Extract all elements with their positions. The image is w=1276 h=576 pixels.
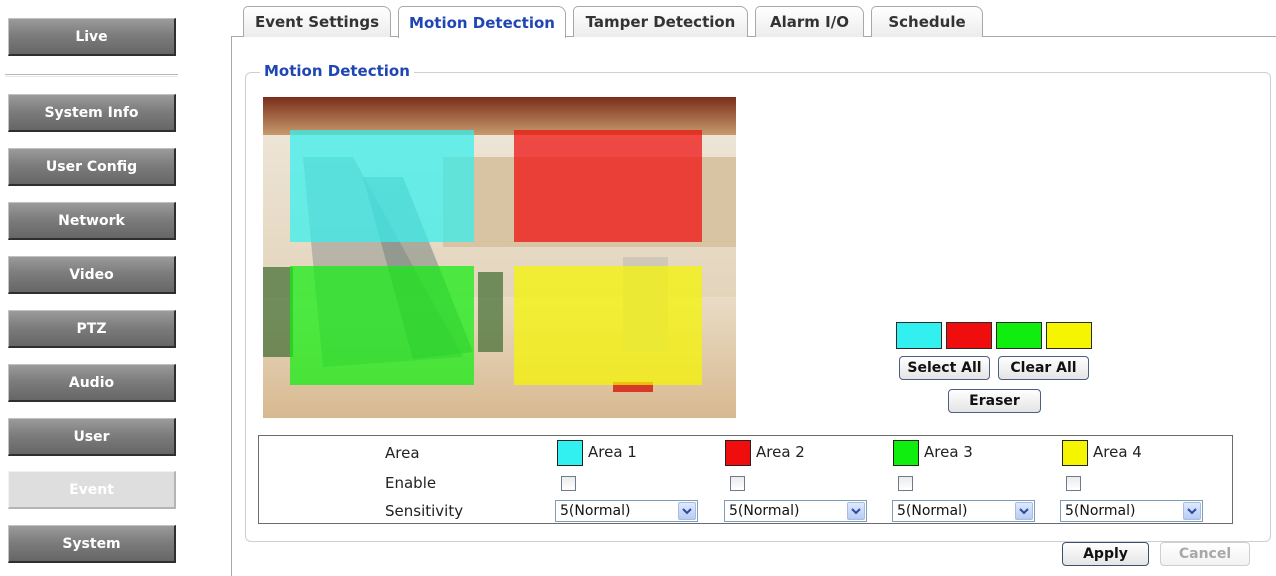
clear-all-button[interactable]: Clear All: [998, 356, 1089, 380]
nav-live-button[interactable]: Live: [8, 18, 176, 56]
area-4-enable-checkbox[interactable]: [1066, 476, 1081, 491]
section-title: Motion Detection: [260, 62, 414, 80]
motion-area-4[interactable]: [514, 266, 702, 385]
nav-system-button[interactable]: System: [8, 525, 176, 563]
tab-event-settings[interactable]: Event Settings: [243, 6, 391, 37]
area-1-enable-checkbox[interactable]: [561, 476, 576, 491]
select-all-button[interactable]: Select All: [899, 356, 990, 380]
area-1-sensitivity-select[interactable]: 5(Normal): [555, 500, 698, 522]
nav-user-config-button[interactable]: User Config: [8, 148, 176, 186]
nav-ptz-button[interactable]: PTZ: [8, 310, 176, 348]
nav-event-button[interactable]: Event: [8, 471, 176, 509]
tab-schedule[interactable]: Schedule: [871, 6, 983, 37]
area-1-color-swatch: [557, 440, 583, 466]
area-3-enable-checkbox[interactable]: [898, 476, 913, 491]
area-2-enable-checkbox[interactable]: [730, 476, 745, 491]
area-row-label: Area: [385, 444, 420, 462]
nav-audio-button[interactable]: Audio: [8, 364, 176, 402]
area-2-sensitivity-select[interactable]: 5(Normal): [724, 500, 867, 522]
chevron-down-icon[interactable]: [1183, 502, 1201, 520]
enable-row-label: Enable: [385, 474, 437, 492]
motion-area-1[interactable]: [290, 130, 474, 242]
area-3-label: Area 3: [924, 443, 973, 461]
chevron-down-icon[interactable]: [1015, 502, 1033, 520]
tab-alarm-io[interactable]: Alarm I/O: [755, 6, 864, 37]
palette-area-2-swatch[interactable]: [946, 322, 992, 349]
camera-view[interactable]: [263, 97, 736, 418]
apply-button[interactable]: Apply: [1062, 542, 1149, 566]
palette-area-4-swatch[interactable]: [1046, 322, 1092, 349]
area-1-sensitivity-value: 5(Normal): [560, 503, 631, 519]
palette-area-1-swatch[interactable]: [896, 322, 942, 349]
area-2-label: Area 2: [756, 443, 805, 461]
area-2-sensitivity-value: 5(Normal): [729, 503, 800, 519]
nav-divider: [5, 74, 178, 77]
motion-area-2[interactable]: [514, 130, 702, 242]
palette-area-3-swatch[interactable]: [996, 322, 1042, 349]
nav-system-info-button[interactable]: System Info: [8, 94, 176, 132]
area-2-color-swatch: [725, 440, 751, 466]
chevron-down-icon[interactable]: [678, 502, 696, 520]
tab-motion-detection[interactable]: Motion Detection: [398, 6, 566, 38]
tab-tamper-detection[interactable]: Tamper Detection: [573, 6, 748, 37]
area-4-label: Area 4: [1093, 443, 1142, 461]
nav-video-button[interactable]: Video: [8, 256, 176, 294]
area-3-sensitivity-select[interactable]: 5(Normal): [892, 500, 1035, 522]
eraser-button[interactable]: Eraser: [948, 389, 1041, 413]
nav-user-button[interactable]: User: [8, 418, 176, 456]
sensitivity-row-label: Sensitivity: [385, 502, 464, 520]
area-4-color-swatch: [1062, 440, 1088, 466]
area-4-sensitivity-value: 5(Normal): [1065, 503, 1136, 519]
chevron-down-icon[interactable]: [847, 502, 865, 520]
area-3-color-swatch: [893, 440, 919, 466]
area-3-sensitivity-value: 5(Normal): [897, 503, 968, 519]
cancel-button[interactable]: Cancel: [1160, 542, 1250, 566]
area-4-sensitivity-select[interactable]: 5(Normal): [1060, 500, 1203, 522]
nav-network-button[interactable]: Network: [8, 202, 176, 240]
motion-area-3[interactable]: [290, 266, 474, 385]
area-1-label: Area 1: [588, 443, 637, 461]
